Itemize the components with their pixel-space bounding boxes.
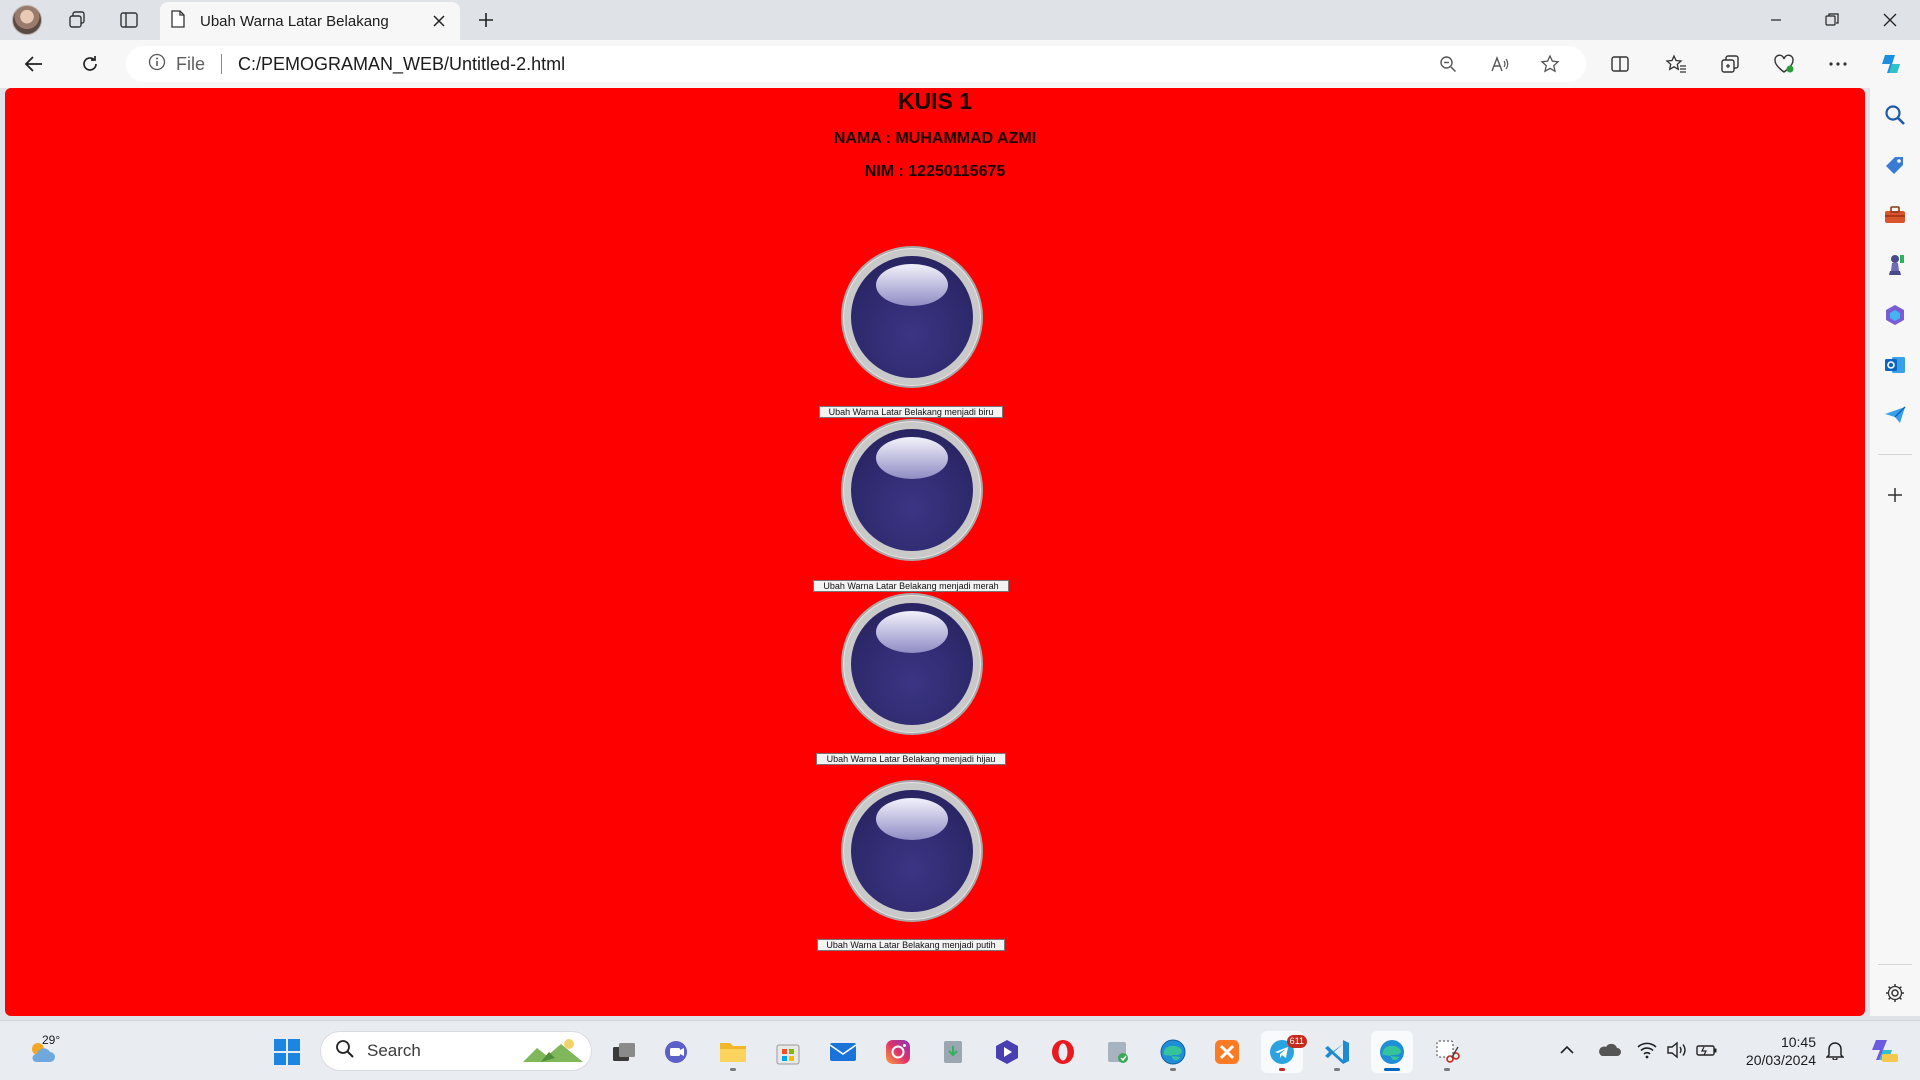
read-aloud-icon[interactable] <box>1482 52 1518 76</box>
weather-temperature: 29° <box>42 1033 61 1047</box>
restore-icon[interactable] <box>1804 0 1860 40</box>
refresh-icon[interactable] <box>70 46 110 82</box>
close-window-icon[interactable] <box>1862 0 1918 40</box>
clock-date: 20/03/2024 <box>1745 1052 1816 1068</box>
browser-title-bar: Ubah Warna Latar Belakang <box>0 0 1920 40</box>
address-separator <box>221 54 223 74</box>
copilot-sidebar-icon[interactable] <box>1878 298 1912 332</box>
xampp-icon[interactable] <box>1206 1031 1248 1073</box>
info-icon[interactable] <box>148 53 166 76</box>
split-screen-icon[interactable] <box>1600 46 1640 82</box>
instagram-icon[interactable] <box>877 1031 919 1073</box>
edge-sidebar <box>1870 88 1920 1016</box>
page-icon <box>170 9 186 33</box>
student-name: NAMA : MUHAMMAD AZMI <box>833 130 1037 147</box>
change-bg-blue-button[interactable]: Ubah Warna Latar Belakang menjadi biru <box>819 406 1003 418</box>
back-arrow-icon[interactable] <box>14 46 54 82</box>
notification-bell-icon[interactable] <box>1822 1037 1848 1063</box>
clock-time: 10:45 <box>1780 1034 1816 1050</box>
favorites-icon[interactable] <box>1656 46 1696 82</box>
page-heading: KUIS 1 <box>897 88 973 114</box>
running-indicator <box>1334 1068 1340 1071</box>
installer-icon[interactable] <box>1097 1031 1139 1073</box>
collections-toolbar-icon[interactable] <box>1710 46 1750 82</box>
lamp-ball-green <box>841 593 983 735</box>
change-bg-green-button[interactable]: Ubah Warna Latar Belakang menjadi hijau <box>816 753 1006 765</box>
tab-title: Ubah Warna Latar Belakang <box>200 12 389 30</box>
clipchamp-icon[interactable] <box>986 1031 1028 1073</box>
teams-meet-icon[interactable] <box>656 1031 698 1073</box>
change-bg-red-button[interactable]: Ubah Warna Latar Belakang menjadi merah <box>813 580 1009 592</box>
lamp-ball-white <box>841 780 983 922</box>
taskbar-search-box[interactable]: Search <box>320 1031 592 1071</box>
chevron-up-icon[interactable] <box>1554 1037 1580 1063</box>
task-view-icon[interactable] <box>603 1031 645 1073</box>
app-installer-icon[interactable] <box>932 1031 974 1073</box>
lamp-ball-blue <box>841 246 983 388</box>
tag-icon[interactable] <box>1878 148 1912 182</box>
search-icon[interactable] <box>1878 98 1912 132</box>
student-nim: NIM : 12250115675 <box>864 163 1006 180</box>
tab-active[interactable]: Ubah Warna Latar Belakang <box>160 2 460 40</box>
opera-icon[interactable] <box>1042 1031 1084 1073</box>
vertical-tabs-icon[interactable] <box>110 4 148 36</box>
running-indicator <box>1170 1068 1176 1071</box>
edge-active-icon[interactable] <box>1371 1031 1413 1073</box>
active-indicator <box>1384 1068 1400 1071</box>
wifi-icon[interactable] <box>1634 1037 1660 1063</box>
profile-avatar[interactable] <box>12 5 42 35</box>
new-tab-button[interactable] <box>468 4 504 36</box>
search-icon <box>335 1039 355 1064</box>
change-bg-white-button[interactable]: Ubah Warna Latar Belakang menjadi putih <box>817 939 1005 951</box>
vscode-icon[interactable] <box>1316 1031 1358 1073</box>
copilot-preview-icon[interactable] <box>1866 1037 1900 1063</box>
file-explorer-icon[interactable] <box>712 1031 754 1073</box>
add-icon[interactable] <box>1878 478 1912 512</box>
zoom-out-icon[interactable] <box>1430 52 1466 76</box>
sidebar-divider <box>1878 454 1912 455</box>
favorite-star-icon[interactable] <box>1532 52 1568 76</box>
volume-icon[interactable] <box>1664 1037 1690 1063</box>
search-placeholder: Search <box>367 1041 421 1060</box>
telegram-icon[interactable]: 611 <box>1261 1031 1307 1073</box>
toolbox-icon[interactable] <box>1878 198 1912 232</box>
address-bar[interactable]: File C:/PEMOGRAMAN_WEB/Untitled-2.html <box>126 46 1586 82</box>
more-options-icon[interactable] <box>1818 46 1858 82</box>
browser-toolbar: File C:/PEMOGRAMAN_WEB/Untitled-2.html <box>0 40 1920 88</box>
windows-taskbar: 29° Search 611 10:45 20/03/2024 <box>0 1020 1920 1080</box>
mail-icon[interactable] <box>822 1031 864 1073</box>
telegram-badge: 611 <box>1286 1035 1307 1048</box>
url-text[interactable]: C:/PEMOGRAMAN_WEB/Untitled-2.html <box>238 54 565 75</box>
system-clock[interactable]: 10:45 20/03/2024 <box>1736 1033 1816 1069</box>
lamp-ball-red <box>841 419 983 561</box>
microsoft-store-icon[interactable] <box>767 1031 809 1073</box>
running-indicator <box>1444 1068 1450 1071</box>
sidebar-divider-bottom <box>1878 964 1912 965</box>
snipping-tool-icon[interactable] <box>1426 1031 1468 1073</box>
edge-icon[interactable] <box>1152 1031 1194 1073</box>
search-highlight-icon <box>521 1036 585 1071</box>
running-indicator <box>1279 1068 1285 1071</box>
collections-icon[interactable] <box>58 4 96 36</box>
settings-icon[interactable] <box>1878 976 1912 1010</box>
running-indicator <box>730 1068 736 1071</box>
copilot-icon[interactable] <box>1872 46 1912 82</box>
chess-icon[interactable] <box>1878 248 1912 282</box>
battery-icon[interactable] <box>1694 1037 1720 1063</box>
minimize-icon[interactable] <box>1748 0 1804 40</box>
outlook-icon[interactable] <box>1878 348 1912 382</box>
onedrive-icon[interactable] <box>1596 1037 1622 1063</box>
page-viewport: KUIS 1 NAMA : MUHAMMAD AZMI NIM : 122501… <box>5 88 1865 1016</box>
browser-essentials-icon[interactable] <box>1764 46 1804 82</box>
scheme-label: File <box>176 53 206 74</box>
paper-plane-icon[interactable] <box>1878 398 1912 432</box>
close-tab-icon[interactable] <box>428 10 450 32</box>
windows-start-icon[interactable] <box>266 1031 308 1073</box>
